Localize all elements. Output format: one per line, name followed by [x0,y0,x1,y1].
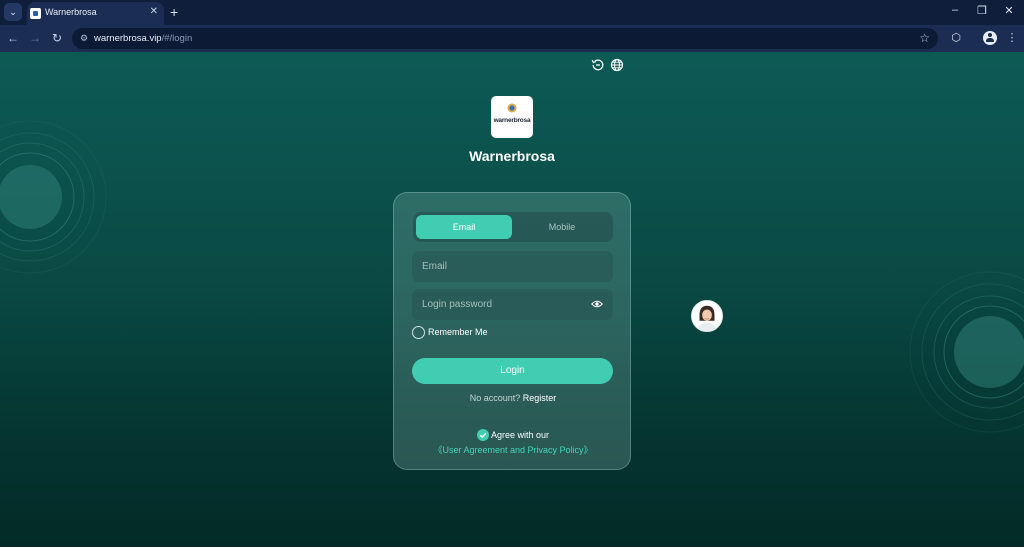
agreement-line: Agree with our [394,429,632,441]
url-text[interactable]: warnerbrosa.vip/#/login [94,33,192,44]
url-path: /#/login [161,33,193,44]
tab-strip: ⌄ Warnerbrosa ✕ + – ❐ ✕ [0,0,1024,25]
browser-window: ⌄ Warnerbrosa ✕ + – ❐ ✕ ← → ↻ ⚙ warnerbr… [0,0,1024,547]
agree-text: Agree with our [490,430,550,440]
more-menu-icon[interactable]: ⋮ [1005,31,1019,45]
url-host: warnerbrosa.vip [94,33,162,44]
policy-link[interactable]: 《User Agreement and Privacy Policy》 [394,443,632,456]
tab-mobile[interactable]: Mobile [514,215,610,239]
brand-name: Warnerbrosa [469,148,555,164]
register-link[interactable]: Register [523,393,557,403]
login-page: warnerbrosa Warnerbrosa Email Mobile Ema… [0,52,1024,547]
favicon-icon [30,8,41,19]
password-placeholder: Login password [422,299,493,310]
remember-me-label: Remember Me [428,327,488,337]
app-logo: warnerbrosa [491,96,533,138]
password-input[interactable]: Login password [412,289,613,320]
remember-me-radio[interactable] [412,326,425,339]
customer-service-avatar[interactable] [691,300,723,332]
tab-search-button[interactable]: ⌄ [4,3,22,21]
no-account-text: No account? [469,393,521,403]
browser-toolbar: ← → ↻ ⚙ warnerbrosa.vip/#/login ☆ ⬡ ⋮ [0,25,1024,52]
decorative-rings-right [909,271,1024,433]
profile-icon[interactable] [983,31,997,45]
tab-email[interactable]: Email [416,215,512,239]
eye-icon[interactable] [591,299,603,309]
browser-tab[interactable]: Warnerbrosa ✕ [27,2,164,25]
login-card: Email Mobile Email Login password Rememb… [393,192,631,470]
logo-text: warnerbrosa [493,117,531,124]
window-close-button[interactable]: ✕ [1001,4,1017,17]
login-button[interactable]: Login [412,358,613,384]
email-placeholder: Email [422,261,448,272]
register-prompt: No account? Register [394,393,632,403]
forward-icon[interactable]: → [27,30,43,46]
tab-close-icon[interactable]: ✕ [150,6,158,17]
email-input[interactable]: Email [412,251,613,282]
bookmark-star-icon[interactable]: ☆ [919,31,930,45]
decorative-rings-left [0,120,107,274]
logo-emblem-icon [507,103,517,113]
support-agent-icon [692,301,722,331]
new-tab-button[interactable]: + [170,3,178,21]
extension-icon[interactable]: ⬡ [949,31,963,45]
site-info-icon[interactable]: ⚙ [78,32,90,44]
tab-title: Warnerbrosa [45,7,97,17]
minimize-button[interactable]: – [947,4,963,16]
reload-icon[interactable]: ↻ [49,30,65,46]
back-icon[interactable]: ← [5,30,21,46]
login-method-tabs: Email Mobile [413,212,613,242]
check-circle-icon[interactable] [476,429,489,441]
restore-button[interactable]: ❐ [974,4,990,17]
history-icon[interactable] [591,58,605,72]
address-bar[interactable]: ⚙ warnerbrosa.vip/#/login ☆ [72,28,938,49]
globe-icon[interactable] [610,58,624,72]
